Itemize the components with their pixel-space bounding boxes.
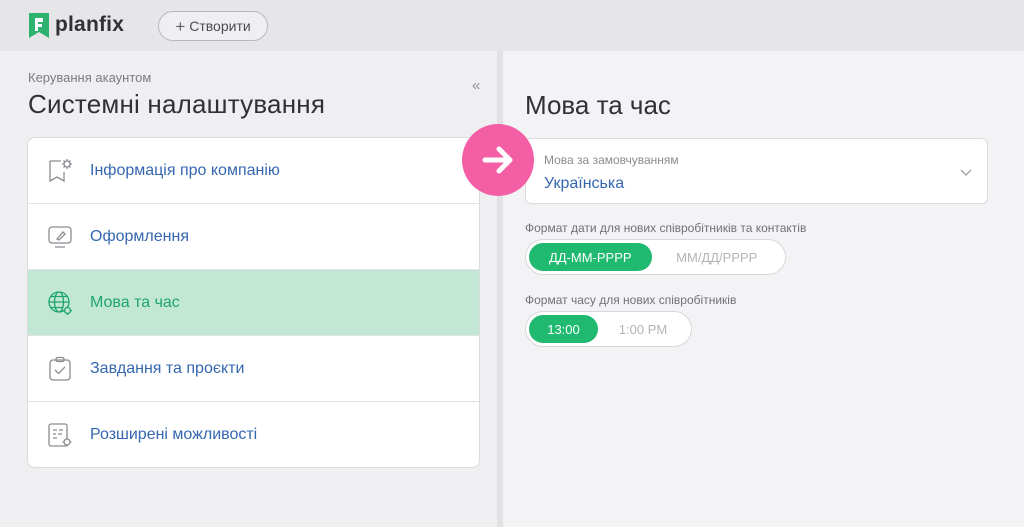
chevron-down-icon	[960, 169, 972, 176]
collapse-sidebar-icon[interactable]: «	[472, 77, 480, 94]
menu-item-company-info[interactable]: Інформація про компанію	[28, 138, 479, 204]
globe-gear-icon	[48, 290, 72, 315]
date-format-option-ddmmyyyy[interactable]: ДД-ММ-РРРР	[529, 243, 652, 271]
clipboard-check-icon	[49, 356, 71, 381]
default-language-label: Мова за замовчуванням	[544, 153, 679, 167]
plus-icon: +	[175, 16, 186, 36]
menu-item-appearance[interactable]: Оформлення	[28, 204, 479, 270]
date-format-label: Формат дати для нових співробітників та …	[525, 221, 807, 235]
default-language-select[interactable]: Мова за замовчуванням Українська	[525, 138, 988, 204]
create-button[interactable]: + Створити	[158, 11, 268, 41]
planfix-logo[interactable]: planfix	[29, 11, 124, 39]
advanced-settings-icon	[48, 423, 72, 447]
default-language-value: Українська	[544, 175, 625, 192]
settings-sidebar: Керування акаунтом Системні налаштування…	[0, 51, 497, 527]
top-bar: planfix + Створити	[0, 0, 1024, 51]
time-format-option-24h[interactable]: 13:00	[529, 315, 598, 343]
menu-item-advanced[interactable]: Розширені можливості	[28, 402, 479, 467]
date-format-option-mmddyyyy[interactable]: ММ/ДД/РРРР	[652, 243, 782, 271]
time-format-label: Формат часу для нових співробітників	[525, 293, 737, 307]
menu-item-label: Мова та час	[90, 293, 180, 311]
company-info-icon	[49, 158, 72, 182]
time-format-option-12h[interactable]: 1:00 PM	[598, 315, 688, 343]
date-format-toggle: ДД-ММ-РРРР ММ/ДД/РРРР	[525, 239, 786, 275]
brand-name: planfix	[55, 13, 125, 36]
menu-item-label: Оформлення	[90, 227, 189, 245]
menu-item-label: Розширені можливості	[90, 426, 258, 443]
language-time-panel: Мова та час Мова за замовчуванням Україн…	[503, 51, 1024, 527]
breadcrumb[interactable]: Керування акаунтом	[28, 70, 151, 85]
menu-item-tasks-projects[interactable]: Завдання та проєкти	[28, 336, 479, 402]
pointer-arrow-icon	[462, 124, 534, 196]
menu-item-language-time[interactable]: Мова та час	[28, 270, 479, 336]
planfix-logo-icon	[29, 12, 49, 38]
create-button-label: Створити	[189, 18, 251, 34]
page-title: Системні налаштування	[28, 89, 326, 119]
time-format-toggle: 13:00 1:00 PM	[525, 311, 692, 347]
menu-item-label: Інформація про компанію	[90, 161, 280, 179]
appearance-icon	[48, 225, 72, 248]
menu-item-label: Завдання та проєкти	[90, 359, 245, 377]
section-title: Мова та час	[525, 90, 671, 120]
settings-menu: Інформація про компанію Оформлення Мова …	[27, 137, 480, 468]
